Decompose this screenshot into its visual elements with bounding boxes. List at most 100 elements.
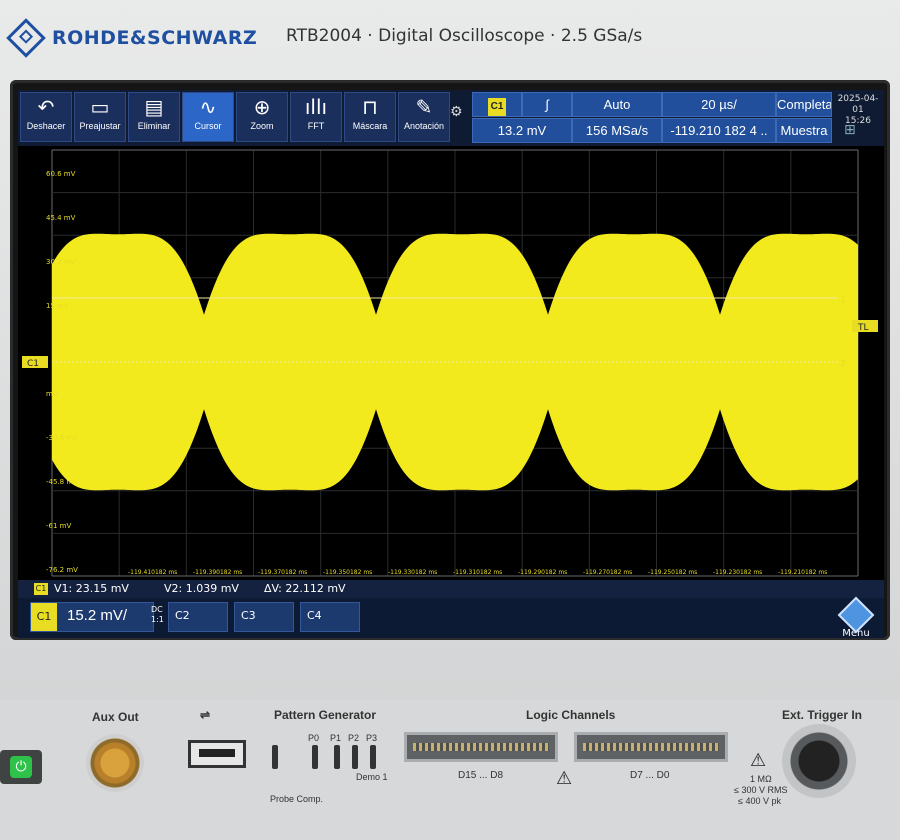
usb-port xyxy=(188,740,246,768)
logic-high-label: D15 ... D8 xyxy=(458,770,504,781)
pin-p1-label: P1 xyxy=(330,733,342,743)
ext-spec-peak: ≤ 400 V pk xyxy=(738,796,781,806)
x-axis-labels: -119.410182 ms -119.390182 ms -119.370182 … xyxy=(128,569,827,576)
scope-screen: ↶ Deshacer ▭ Preajustar ▤ Eliminar ∿ Cur… xyxy=(18,90,884,638)
x-tick-label: -119.270182 ms xyxy=(583,569,632,576)
toolbar-label: Zoom xyxy=(250,121,274,131)
pin-p3-label: P3 xyxy=(366,733,378,743)
cursor-v2: V2: 1.039 mV xyxy=(164,582,239,595)
toolbar-label: Anotación xyxy=(403,121,445,131)
y-tick-label: 45.4 mV xyxy=(46,214,76,222)
channel-c1-badge: C1 xyxy=(31,603,57,631)
ext-trigger-label: Ext. Trigger In xyxy=(782,708,863,722)
toolbar-button-undo[interactable]: ↶ Deshacer xyxy=(20,92,72,142)
x-tick-label: -119.410182 ms xyxy=(128,569,177,576)
toolbar: ↶ Deshacer ▭ Preajustar ▤ Eliminar ∿ Cur… xyxy=(18,90,884,146)
acquisition-state[interactable]: Completa xyxy=(776,92,832,117)
channel-bar: C1 15.2 mV/ DC 1:1 C2 C3 C4 Menu xyxy=(18,596,884,638)
logic-connector-low xyxy=(574,732,728,762)
pin-p2-label: P2 xyxy=(348,733,360,743)
y-tick-label: mV xyxy=(46,390,58,398)
channel-label: C4 xyxy=(307,609,322,622)
toolbar-label: FFT xyxy=(307,121,325,131)
x-tick-label: -119.210182 ms xyxy=(778,569,827,576)
pattern-pin-p1 xyxy=(334,745,340,769)
channel-c1-scale: 15.2 mV/ xyxy=(67,607,128,624)
toolbar-button-annotation[interactable]: ✎ Anotación xyxy=(398,92,450,142)
trigger-level-marker-label: TL xyxy=(857,323,869,333)
channel-c1-box[interactable]: C1 15.2 mV/ DC 1:1 xyxy=(30,602,164,632)
y-tick-label: -45.8 mV xyxy=(46,478,78,486)
trash-icon: ▤ xyxy=(144,95,164,119)
demo-label: Demo 1 xyxy=(356,772,388,782)
trigger-mode[interactable]: Auto xyxy=(572,92,662,117)
usb-icon: ⇌ xyxy=(200,708,211,722)
pattern-generator-label: Pattern Generator xyxy=(274,708,377,722)
x-tick-label: -119.290182 ms xyxy=(518,569,567,576)
toolbar-button-delete[interactable]: ▤ Eliminar xyxy=(128,92,180,142)
channel-label: C2 xyxy=(175,609,190,622)
x-tick-label: -119.350182 ms xyxy=(323,569,372,576)
probe-comp-label: Probe Comp. xyxy=(270,794,324,804)
channel-c1-coupling: DC 1:1 xyxy=(151,605,164,625)
x-tick-label: -119.250182 ms xyxy=(648,569,697,576)
y-tick-label: -30.6 mV xyxy=(46,434,78,442)
model-title: RTB2004 · Digital Oscilloscope · 2.5 GSa… xyxy=(286,26,643,46)
logic-low-label: D7 ... D0 xyxy=(630,770,670,781)
acquisition-mode[interactable]: Muestra xyxy=(776,118,832,143)
channel-c4-button[interactable]: C4 xyxy=(300,602,360,632)
trigger-source-badge: C1 xyxy=(488,98,506,116)
timebase[interactable]: 20 µs/ xyxy=(662,92,776,117)
ext-spec-impedance: 1 MΩ xyxy=(750,774,772,784)
probe-value: 1:1 xyxy=(151,615,164,624)
trigger-slope[interactable]: ∫ xyxy=(522,92,572,117)
undo-icon: ↶ xyxy=(37,95,55,119)
toolbar-button-cursor[interactable]: ∿ Cursor xyxy=(182,92,234,142)
y-tick-label: 60.6 mV xyxy=(46,170,76,178)
date-time: 2025-04-01 15:26 xyxy=(832,94,884,126)
toolbar-button-fft[interactable]: ıllı FFT xyxy=(290,92,342,142)
warning-icon: ⚠ xyxy=(750,750,767,771)
ext-trigger-connector xyxy=(782,724,856,798)
cursor-1-label: 1 xyxy=(840,295,846,305)
waveform-svg: 1 2 60.6 mV 45.4 mV 30.2 mV 15 mV mV -30.6 mV… xyxy=(22,149,878,577)
gear-icon[interactable]: ⚙ xyxy=(450,104,463,120)
y-tick-label: -76.2 mV xyxy=(46,566,78,574)
toolbar-button-zoom[interactable]: ⊕ Zoom xyxy=(236,92,288,142)
cursor-v1: V1: 23.15 mV xyxy=(54,582,129,595)
probe-comp-ground-pin xyxy=(272,745,278,769)
toolbar-label: Cursor xyxy=(194,121,222,131)
toolbar-label: Deshacer xyxy=(26,121,66,131)
y-tick-label: 15 mV xyxy=(46,302,69,310)
zoom-icon: ⊕ xyxy=(253,95,271,119)
waveform-plot[interactable]: 1 2 60.6 mV 45.4 mV 30.2 mV 15 mV mV -30.6 mV… xyxy=(18,146,884,580)
horizontal-position[interactable]: -119.210 182 4 .. xyxy=(662,118,776,143)
probe-comp-pin xyxy=(312,745,318,769)
brand-name: ROHDE&SCHWARZ xyxy=(52,27,258,49)
y-tick-label: 30.2 mV xyxy=(46,258,76,266)
date: 2025-04-01 xyxy=(837,94,879,115)
trigger-level[interactable]: 13.2 mV xyxy=(472,118,572,143)
cursor-delta-v: ΔV: 22.112 mV xyxy=(264,582,346,595)
warning-icon: ⚠ xyxy=(556,768,573,789)
aux-out-label: Aux Out xyxy=(92,710,139,724)
cursor-readout: C1 V1: 23.15 mV V2: 1.039 mV ΔV: 22.112 … xyxy=(18,580,884,598)
preset-icon: ▭ xyxy=(90,95,110,119)
aux-out-connector xyxy=(86,734,144,792)
logic-channels-label: Logic Channels xyxy=(526,708,616,722)
channel-c2-button[interactable]: C2 xyxy=(168,602,228,632)
trigger-source[interactable]: C1 xyxy=(472,92,522,117)
fft-icon: ıllı xyxy=(304,95,328,119)
sample-rate[interactable]: 156 MSa/s xyxy=(572,118,662,143)
x-tick-label: -119.230182 ms xyxy=(713,569,762,576)
toolbar-button-preset[interactable]: ▭ Preajustar xyxy=(74,92,126,142)
ext-spec-rms: ≤ 300 V RMS xyxy=(734,785,788,795)
menu-button[interactable]: Menu xyxy=(830,596,882,638)
pattern-pin-p3 xyxy=(370,745,376,769)
toolbar-label: Eliminar xyxy=(137,121,171,131)
toolbar-button-mask[interactable]: ⊓ Máscara xyxy=(344,92,396,142)
power-button[interactable]: ⏻ xyxy=(0,750,42,784)
cursor-channel-tag: C1 xyxy=(34,583,48,595)
channel-c3-button[interactable]: C3 xyxy=(234,602,294,632)
mask-icon: ⊓ xyxy=(362,95,378,119)
